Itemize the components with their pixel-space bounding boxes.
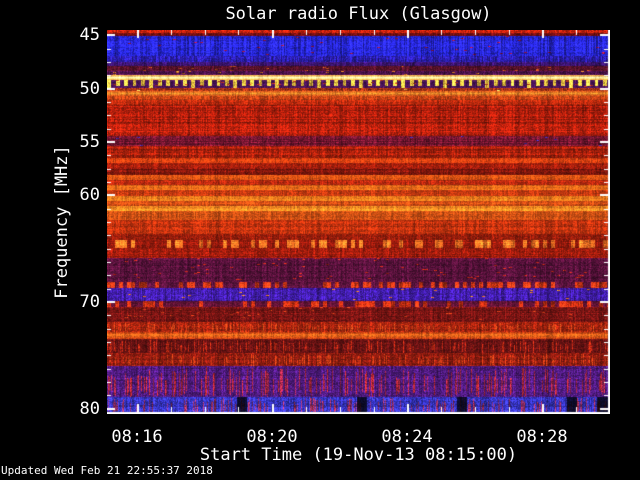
y-tick-label-45: 45 xyxy=(79,25,100,45)
spectrogram-window: Solar radio Flux (Glasgow) Frequency [MH… xyxy=(0,0,640,480)
x-tick-label-0820: 08:20 xyxy=(246,427,298,447)
updated-timestamp: Updated Wed Feb 21 22:55:37 2018 xyxy=(1,464,213,477)
y-tick-label-55: 55 xyxy=(79,132,100,152)
x-tick-label-0824: 08:24 xyxy=(381,427,433,447)
x-axis-label: Start Time (19-Nov-13 08:15:00) xyxy=(199,445,518,465)
x-tick-label-0828: 08:28 xyxy=(516,427,568,447)
y-tick-label-80: 80 xyxy=(79,399,100,419)
y-tick-label-50: 50 xyxy=(79,79,100,99)
y-tick-label-70: 70 xyxy=(79,292,100,312)
y-axis-label: Frequency [MHz] xyxy=(52,145,72,299)
x-tick-label-0816: 08:16 xyxy=(111,427,163,447)
y-tick-label-60: 60 xyxy=(79,185,100,205)
spectrogram-plot xyxy=(107,30,610,414)
page-title: Solar radio Flux (Glasgow) xyxy=(225,4,492,24)
